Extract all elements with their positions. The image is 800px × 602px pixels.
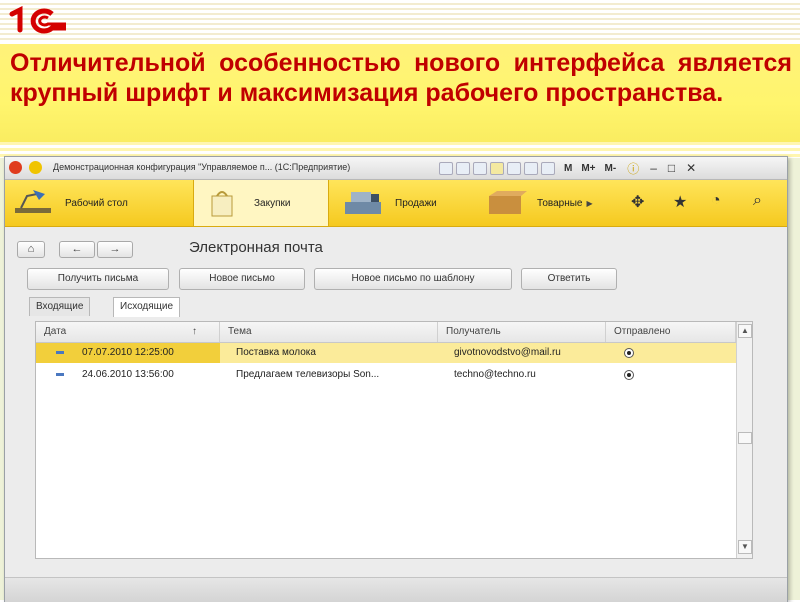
forward-button[interactable]: → bbox=[97, 241, 133, 258]
shopping-bag-icon bbox=[211, 191, 233, 217]
favorites-star-icon[interactable]: ★ bbox=[673, 192, 687, 212]
box-icon bbox=[489, 191, 527, 214]
maximize-icon[interactable]: □ bbox=[668, 161, 675, 175]
search-icon[interactable]: ⌕ bbox=[753, 192, 762, 210]
desk-lamp-icon bbox=[15, 190, 51, 213]
memory-minus-button[interactable]: M- bbox=[605, 163, 617, 174]
home-button[interactable]: ⌂ bbox=[17, 241, 45, 258]
back-button[interactable]: ← bbox=[59, 241, 95, 258]
sections-panel: Рабочий стол Закупки Продажи Товарные ▶ bbox=[5, 180, 787, 227]
dropdown-menu-icon[interactable] bbox=[29, 161, 42, 174]
mail-icon bbox=[56, 351, 64, 354]
history-icon[interactable]: ◔ bbox=[711, 192, 721, 210]
section-label: Продажи bbox=[395, 197, 437, 209]
calendar-grid-icon[interactable] bbox=[541, 161, 555, 175]
tab-inbox[interactable]: Входящие bbox=[29, 297, 91, 316]
section-label: Товарные bbox=[537, 197, 583, 209]
recipient-cell: givotnovodstvo@mail.ru bbox=[454, 347, 561, 358]
recipient-cell: techno@techno.ru bbox=[454, 369, 536, 380]
slide-headline: Отличительной особенностью нового интерф… bbox=[10, 49, 792, 107]
window-titlebar: Демонстрационная конфигурация "Управляем… bbox=[5, 157, 787, 180]
mail-table: Дата ↑ Тема Получатель Отправлено 07.07.… bbox=[35, 321, 753, 559]
link-icon[interactable] bbox=[507, 161, 521, 175]
section-purchases[interactable]: Закупки bbox=[193, 180, 329, 226]
reply-button[interactable]: Ответить bbox=[521, 268, 617, 290]
column-sent[interactable]: Отправлено bbox=[606, 322, 736, 342]
date-cell: 24.06.2010 13:56:00 bbox=[36, 365, 220, 385]
get-mail-button[interactable]: Получить письма bbox=[27, 268, 169, 290]
new-mail-template-button[interactable]: Новое письмо по шаблону bbox=[314, 268, 512, 290]
memory-m-button[interactable]: M bbox=[564, 163, 572, 174]
section-label: Рабочий стол bbox=[65, 197, 128, 209]
sent-indicator bbox=[624, 348, 634, 358]
mail-icon bbox=[56, 373, 64, 376]
subject-cell: Предлагаем телевизоры Son... bbox=[236, 369, 380, 380]
section-goods[interactable]: Товарные ▶ bbox=[477, 180, 607, 226]
sections-settings-icon[interactable]: ✥ bbox=[631, 192, 644, 212]
scroll-thumb[interactable] bbox=[738, 432, 752, 444]
scroll-down-icon[interactable]: ▼ bbox=[738, 540, 752, 554]
table-row[interactable]: 07.07.2010 12:25:00 Поставка молока givo… bbox=[36, 343, 736, 363]
favorites-icon[interactable] bbox=[490, 161, 504, 175]
status-bar bbox=[5, 577, 787, 602]
column-recipient[interactable]: Получатель bbox=[438, 322, 606, 342]
sort-asc-icon: ↑ bbox=[192, 326, 197, 337]
preview-icon[interactable] bbox=[473, 161, 487, 175]
date-cell: 07.07.2010 12:25:00 bbox=[36, 343, 220, 363]
titlebar-toolbar: M M+ M- ⓘ – □ ✕ bbox=[439, 160, 696, 176]
section-label: Закупки bbox=[254, 197, 291, 209]
sent-indicator bbox=[624, 370, 634, 380]
close-icon[interactable]: ✕ bbox=[686, 161, 696, 175]
more-sections-arrow-icon[interactable]: ▶ bbox=[586, 199, 592, 208]
tab-outbox[interactable]: Исходящие bbox=[113, 297, 181, 317]
column-subject[interactable]: Тема bbox=[220, 322, 438, 342]
print-icon[interactable] bbox=[456, 161, 470, 175]
minimize-icon[interactable]: – bbox=[650, 161, 657, 175]
section-sales[interactable]: Продажи bbox=[335, 180, 475, 226]
decorative-stripes bbox=[0, 0, 800, 42]
calendar-icon[interactable] bbox=[439, 161, 453, 175]
memory-plus-button[interactable]: M+ bbox=[581, 163, 595, 174]
section-desktop[interactable]: Рабочий стол bbox=[5, 180, 193, 226]
calculator-icon[interactable] bbox=[524, 161, 538, 175]
app-window: Демонстрационная конфигурация "Управляем… bbox=[4, 156, 788, 602]
1c-logo bbox=[9, 6, 66, 34]
table-row[interactable]: 24.06.2010 13:56:00 Предлагаем телевизор… bbox=[36, 365, 736, 385]
app-menu-icon[interactable] bbox=[9, 161, 22, 174]
scroll-up-icon[interactable]: ▲ bbox=[738, 324, 752, 338]
page-title: Электронная почта bbox=[189, 239, 323, 256]
column-date[interactable]: Дата ↑ bbox=[36, 322, 220, 342]
cash-register-icon bbox=[345, 192, 381, 214]
window-title: Демонстрационная конфигурация "Управляем… bbox=[53, 162, 351, 172]
new-mail-button[interactable]: Новое письмо bbox=[179, 268, 305, 290]
info-icon[interactable]: ⓘ bbox=[627, 160, 639, 177]
table-header: Дата ↑ Тема Получатель Отправлено bbox=[36, 322, 736, 343]
vertical-scrollbar[interactable]: ▲ ▼ bbox=[736, 322, 752, 558]
subject-cell: Поставка молока bbox=[236, 347, 316, 358]
